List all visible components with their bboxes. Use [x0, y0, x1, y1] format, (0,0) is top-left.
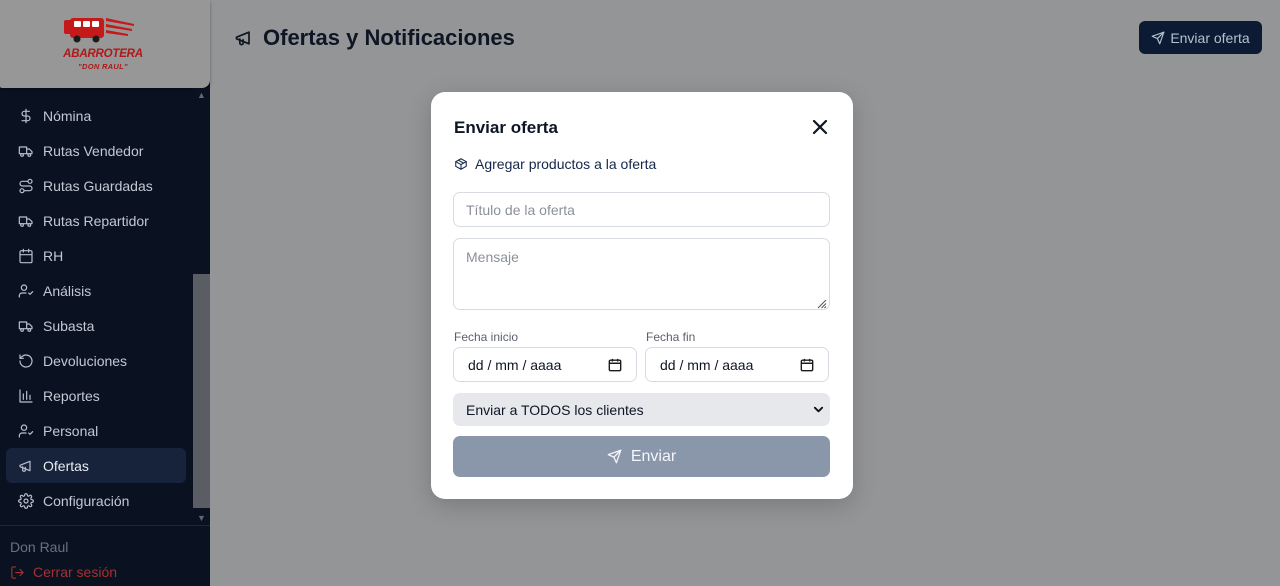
calendar-icon	[18, 248, 34, 264]
sidebar: ABARROTERA "DON RAUL" Nómina Rutas Vende…	[0, 0, 210, 586]
modal-title: Enviar oferta	[454, 118, 558, 137]
sidebar-nav: Nómina Rutas Vendedor Rutas Guardadas Ru…	[6, 98, 186, 518]
logout-label: Cerrar sesión	[33, 564, 118, 580]
sidebar-item-devoluciones[interactable]: Devoluciones	[6, 343, 186, 378]
start-date-label: Fecha inicio	[454, 330, 519, 344]
scroll-up-arrow-icon[interactable]: ▲	[193, 88, 210, 102]
add-products-label: Agregar productos a la oferta	[475, 156, 657, 172]
sidebar-item-label: RH	[43, 247, 64, 264]
resize-grip-icon[interactable]	[815, 296, 827, 309]
logout-icon	[11, 565, 24, 579]
add-products-link[interactable]: Agregar productos a la oferta	[454, 156, 656, 172]
logout-button[interactable]: Cerrar sesión	[10, 564, 117, 580]
sidebar-item-configuracion[interactable]: Configuración	[6, 483, 186, 518]
recipients-select[interactable]: Enviar a TODOS los clientes	[453, 393, 830, 426]
page-title-text: Ofertas y Notificaciones	[263, 25, 515, 50]
sidebar-item-rutas-vendedor[interactable]: Rutas Vendedor	[6, 133, 186, 168]
sidebar-item-rutas-repartidor[interactable]: Rutas Repartidor	[6, 203, 186, 238]
close-icon	[812, 119, 828, 135]
megaphone-icon	[235, 31, 250, 46]
bus-logo-icon	[64, 18, 134, 43]
chevron-down-icon	[813, 406, 824, 413]
sidebar-item-label: Personal	[43, 422, 99, 439]
sidebar-item-label: Devoluciones	[43, 352, 128, 369]
truck-icon	[18, 318, 34, 334]
sidebar-item-label: Nómina	[43, 107, 92, 124]
logo-line-2: "DON RAUL"	[78, 62, 128, 71]
sidebar-item-rh[interactable]: RH	[6, 238, 186, 273]
sidebar-item-personal[interactable]: Personal	[6, 413, 186, 448]
sidebar-item-reportes[interactable]: Reportes	[6, 378, 186, 413]
truck-icon	[18, 213, 34, 229]
route-icon	[18, 178, 34, 194]
page-title: Ofertas y Notificaciones	[234, 25, 515, 51]
end-date-label: Fecha fin	[646, 330, 696, 344]
send-icon	[1151, 31, 1165, 44]
package-icon	[455, 158, 467, 170]
end-date-input[interactable]: dd / mm / aaaa	[645, 347, 829, 382]
brand-logo: ABARROTERA "DON RAUL"	[0, 0, 210, 88]
recipients-value: Enviar a TODOS los clientes	[466, 401, 644, 418]
sidebar-scrollbar[interactable]: ▲ ▼	[193, 88, 210, 525]
megaphone-icon	[18, 458, 34, 474]
logo-line-1: ABARROTERA	[63, 48, 143, 60]
calendar-icon[interactable]	[608, 358, 622, 372]
sidebar-item-ofertas[interactable]: Ofertas	[6, 448, 186, 483]
sidebar-item-label: Configuración	[43, 492, 130, 509]
dollar-icon	[18, 108, 34, 124]
end-date-value: dd / mm / aaaa	[660, 356, 754, 373]
start-date-value: dd / mm / aaaa	[468, 356, 562, 373]
sidebar-item-subasta[interactable]: Subasta	[6, 308, 186, 343]
sidebar-item-nomina[interactable]: Nómina	[6, 98, 186, 133]
scroll-down-arrow-icon[interactable]: ▼	[193, 511, 210, 525]
bar-chart-icon	[18, 388, 34, 404]
user-check-icon	[18, 283, 34, 299]
send-icon	[607, 449, 622, 464]
rotate-ccw-icon	[18, 353, 34, 369]
sidebar-item-label: Reportes	[43, 387, 100, 404]
sidebar-item-label: Subasta	[43, 317, 95, 334]
sidebar-divider	[0, 525, 210, 526]
user-check-icon	[18, 423, 34, 439]
submit-label: Enviar	[630, 447, 677, 465]
offer-title-input[interactable]	[453, 192, 830, 227]
sidebar-item-label: Ofertas	[43, 457, 89, 474]
user-name: Don Raul	[10, 539, 69, 555]
close-button[interactable]	[812, 119, 828, 135]
scroll-thumb[interactable]	[193, 274, 210, 508]
send-offer-label: Enviar oferta	[1170, 29, 1250, 46]
sidebar-item-analisis[interactable]: Análisis	[6, 273, 186, 308]
truck-icon	[18, 143, 34, 159]
send-offer-modal: Enviar oferta Agregar productos a la ofe…	[431, 92, 853, 499]
send-offer-button[interactable]: Enviar oferta	[1139, 21, 1262, 54]
sidebar-item-label: Rutas Vendedor	[43, 142, 144, 159]
gear-icon	[18, 492, 34, 509]
sidebar-item-label: Rutas Repartidor	[43, 212, 149, 229]
submit-button[interactable]: Enviar	[453, 436, 830, 477]
sidebar-item-label: Rutas Guardadas	[43, 177, 153, 194]
message-textarea[interactable]	[453, 238, 830, 310]
sidebar-item-label: Análisis	[43, 282, 92, 299]
start-date-input[interactable]: dd / mm / aaaa	[453, 347, 637, 382]
calendar-icon[interactable]	[800, 358, 814, 372]
sidebar-item-rutas-guardadas[interactable]: Rutas Guardadas	[6, 168, 186, 203]
